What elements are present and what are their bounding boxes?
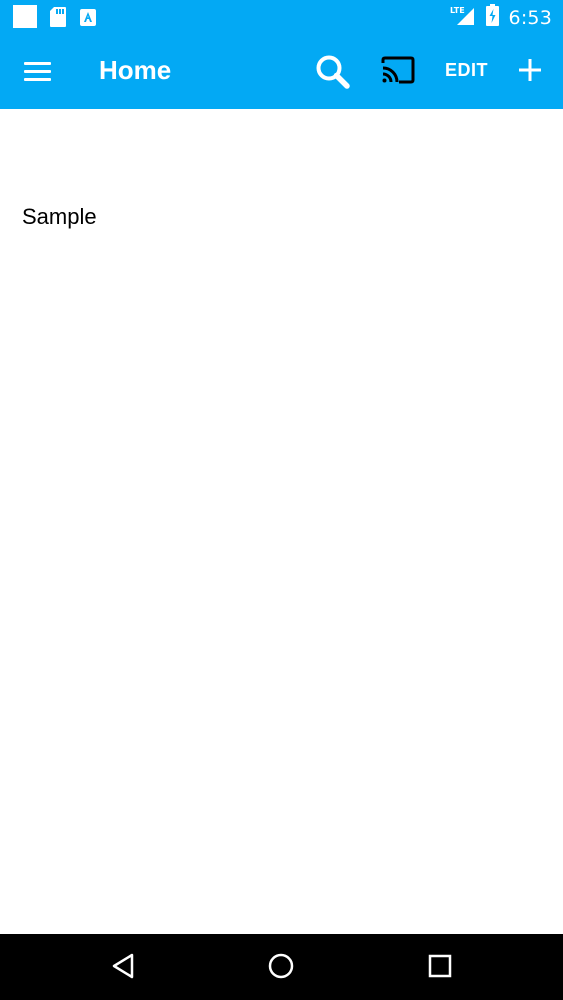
cast-icon bbox=[381, 56, 415, 84]
recents-icon bbox=[428, 954, 452, 978]
add-icon bbox=[519, 59, 541, 81]
menu-button[interactable] bbox=[24, 59, 52, 83]
lte-signal-icon: LTE bbox=[450, 4, 476, 31]
status-time: 6:53 bbox=[508, 6, 552, 29]
recents-button[interactable] bbox=[427, 952, 453, 985]
back-icon bbox=[112, 953, 134, 979]
status-bar-left bbox=[13, 5, 97, 28]
search-icon bbox=[316, 55, 350, 89]
home-icon bbox=[268, 953, 294, 979]
page-title: Home bbox=[99, 55, 172, 85]
menu-icon-line bbox=[24, 78, 51, 81]
navigation-bar bbox=[0, 934, 563, 1000]
sd-card-icon bbox=[49, 6, 67, 28]
status-bar: LTE 6:53 bbox=[0, 0, 563, 33]
main-content: Sample bbox=[0, 109, 563, 934]
menu-icon bbox=[24, 62, 51, 65]
notification-square-icon bbox=[13, 5, 37, 28]
battery-charging-icon bbox=[485, 4, 499, 31]
add-button[interactable] bbox=[517, 57, 543, 88]
cast-button[interactable] bbox=[381, 56, 415, 89]
back-button[interactable] bbox=[110, 952, 136, 985]
status-bar-right: LTE 6:53 bbox=[450, 4, 552, 31]
home-button[interactable] bbox=[267, 952, 295, 985]
menu-icon-line bbox=[24, 70, 51, 73]
svg-text:LTE: LTE bbox=[450, 6, 465, 15]
app-store-icon bbox=[79, 7, 97, 27]
search-button[interactable] bbox=[314, 53, 352, 96]
sample-text: Sample bbox=[22, 204, 97, 229]
app-bar: Home EDIT bbox=[0, 33, 563, 109]
edit-button[interactable]: EDIT bbox=[445, 60, 488, 81]
